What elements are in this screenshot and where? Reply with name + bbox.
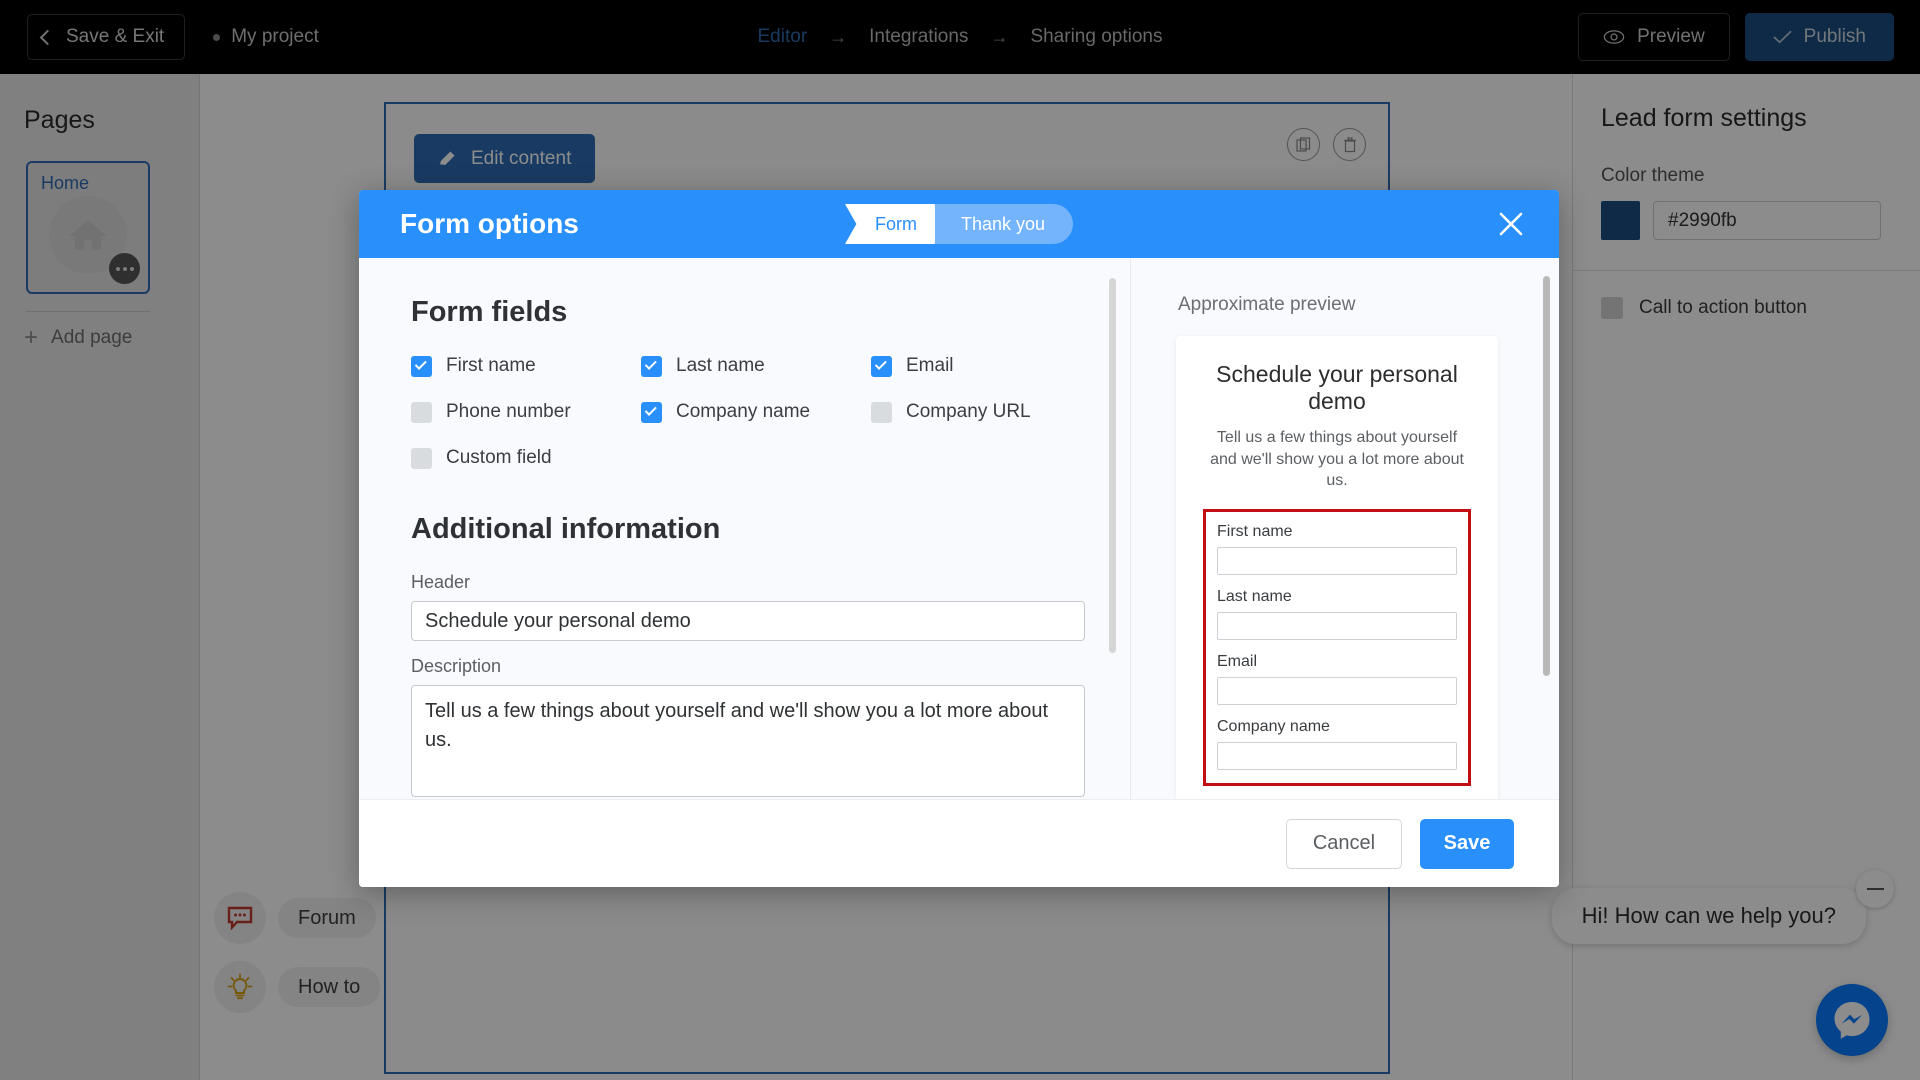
app-root: Save & Exit My project Editor → Integrat… — [0, 0, 1920, 1080]
tab-form[interactable]: Form — [844, 204, 949, 244]
modal-body: Form fields First name Last name Email P… — [359, 258, 1559, 799]
preview-field-input[interactable] — [1217, 611, 1457, 640]
settings-pane-scrollbar[interactable] — [1109, 278, 1116, 653]
checkbox-label: First name — [446, 355, 536, 376]
checkbox-unchecked-icon[interactable] — [411, 401, 432, 423]
preview-field-input[interactable] — [1217, 546, 1457, 575]
description-textarea[interactable]: Tell us a few things about yourself and … — [411, 685, 1085, 797]
preview-subtext: Tell us a few things about yourself and … — [1210, 429, 1464, 490]
form-fields-title: Form fields — [411, 296, 568, 328]
close-icon — [1499, 212, 1523, 236]
checkbox-unchecked-icon[interactable] — [871, 401, 892, 423]
modal-footer: Cancel Save — [359, 799, 1559, 887]
checkbox-label: Custom field — [446, 447, 552, 468]
form-fields-checkbox-grid: First name Last name Email Phone number … — [411, 355, 1084, 469]
checkbox-phone-number[interactable]: Phone number — [411, 401, 641, 423]
preview-field-label: Last name — [1217, 587, 1292, 605]
form-options-modal: Form options Form Thank you Form fields — [359, 190, 1559, 887]
checkbox-label: Phone number — [446, 401, 571, 422]
modal-settings-pane: Form fields First name Last name Email P… — [359, 258, 1131, 799]
checkbox-first-name[interactable]: First name — [411, 355, 641, 377]
checkbox-checked-icon[interactable] — [641, 401, 662, 423]
header-input[interactable] — [411, 601, 1085, 641]
preview-field-label: Company name — [1217, 717, 1330, 735]
tab-thank-you[interactable]: Thank you — [934, 204, 1074, 244]
modal-title: Form options — [400, 208, 579, 239]
checkbox-company-name[interactable]: Company name — [641, 401, 871, 423]
preview-field-input[interactable] — [1217, 676, 1457, 705]
save-button[interactable]: Save — [1420, 818, 1514, 869]
modal-preview-pane: Approximate preview Schedule your person… — [1131, 258, 1559, 799]
checkbox-label: Email — [906, 355, 954, 376]
additional-information-title: Additional information — [411, 513, 721, 545]
description-field-label: Description — [411, 656, 502, 676]
preview-pane-scrollbar[interactable] — [1543, 276, 1550, 676]
approximate-preview-label: Approximate preview — [1178, 294, 1356, 315]
cancel-button[interactable]: Cancel — [1286, 818, 1402, 869]
checkbox-last-name[interactable]: Last name — [641, 355, 871, 377]
preview-field-label: Email — [1217, 652, 1258, 670]
checkbox-company-url[interactable]: Company URL — [871, 401, 1101, 423]
preview-card: Schedule your personal demo Tell us a fe… — [1176, 336, 1498, 799]
preview-fields-highlight: First name Last name Email Company name — [1203, 508, 1471, 786]
checkbox-checked-icon[interactable] — [871, 355, 892, 377]
checkbox-email[interactable]: Email — [871, 355, 1101, 377]
checkbox-label: Company name — [676, 401, 811, 422]
preview-heading: Schedule your personal demo — [1216, 361, 1458, 414]
modal-header: Form options Form Thank you — [359, 190, 1559, 258]
preview-field-input[interactable] — [1217, 741, 1457, 770]
checkbox-label: Company URL — [906, 401, 1031, 422]
checkbox-label: Last name — [676, 355, 765, 376]
modal-tabs: Form Thank you — [844, 204, 1074, 244]
checkbox-checked-icon[interactable] — [641, 355, 662, 377]
header-field-label: Header — [411, 572, 471, 592]
checkbox-checked-icon[interactable] — [411, 355, 432, 377]
checkbox-custom-field[interactable]: Custom field — [411, 447, 641, 469]
close-button[interactable] — [1496, 209, 1526, 239]
checkbox-unchecked-icon[interactable] — [411, 447, 432, 469]
preview-field-label: First name — [1217, 522, 1293, 540]
